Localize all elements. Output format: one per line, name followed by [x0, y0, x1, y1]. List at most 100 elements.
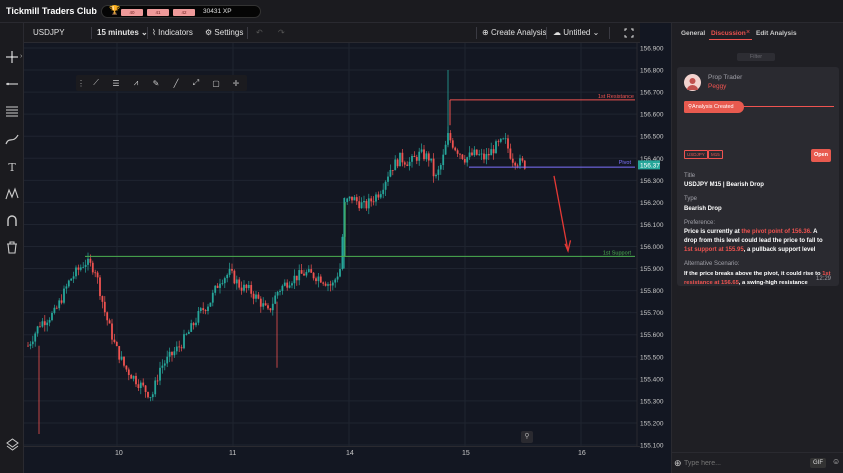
top-bar: Tickmill Traders Club 🏆 40 41 42 30431 X… [0, 0, 843, 23]
candle-body [154, 380, 157, 395]
ray-tool-icon[interactable]: ╱ [166, 79, 186, 88]
gif-button[interactable]: GIF [810, 458, 826, 468]
candle-body [252, 293, 255, 299]
add-icon[interactable]: ⊕ [674, 458, 682, 469]
candle-body [43, 321, 46, 326]
fib-tool-icon[interactable]: ☰ [106, 79, 126, 88]
close-tab-icon[interactable]: × [746, 29, 750, 36]
xp-progress-pill[interactable]: 🏆 40 41 42 30431 XP [101, 5, 261, 18]
candle-body [319, 276, 322, 283]
candle-body [99, 277, 101, 297]
toolbar-divider [609, 27, 610, 39]
channel-tool-icon[interactable]: ⩘ [126, 78, 146, 88]
toolbar-divider [147, 27, 148, 39]
price-chart[interactable]: 1st Resistance Pivot 1st Support 156.900 15… [24, 43, 664, 459]
candle-body [423, 149, 425, 160]
candle-body [389, 170, 392, 177]
current-price-label: 156.37 [640, 162, 660, 169]
candle-body [142, 382, 145, 386]
candle-body [310, 269, 313, 273]
layers-icon[interactable] [0, 433, 24, 455]
candle-body [75, 267, 77, 277]
candle-body [168, 351, 171, 357]
candle-body [101, 296, 104, 302]
price-tick: 156.300 [640, 178, 664, 185]
crosshair-tool-icon[interactable]: ✛ [226, 79, 246, 88]
candle-body [132, 375, 135, 379]
chart-canvas[interactable]: 1st Resistance Pivot 1st Support 156.900 15… [24, 43, 664, 473]
type-label: Type [684, 196, 698, 202]
candle-body [348, 196, 351, 199]
candle-body [480, 153, 483, 155]
pattern-icon[interactable] [0, 183, 24, 205]
pivot-label: Pivot [619, 160, 632, 166]
settings-button[interactable]: ⚙ Settings [205, 23, 243, 43]
timeframe-selector[interactable]: 15 minutes ⌄ [97, 23, 148, 43]
create-analysis-button[interactable]: ⊕ Create Analysis [482, 23, 547, 43]
brush-icon[interactable] [0, 128, 24, 150]
tab-discussion[interactable]: Discussion [711, 30, 746, 37]
candle-body [70, 278, 73, 281]
candle-body [235, 279, 238, 284]
filter-button[interactable]: Filter [737, 53, 775, 61]
alt-scenario-text: If the price breaks above the pivot, it … [684, 270, 832, 288]
tab-general[interactable]: General [681, 30, 705, 37]
candle-body [367, 198, 370, 209]
undo-icon[interactable]: ↶ [256, 23, 263, 43]
indicators-button[interactable]: ⌇ Indicators [152, 23, 193, 43]
time-tick: 16 [578, 450, 586, 457]
candle-body [127, 369, 130, 375]
candle-body [355, 197, 358, 202]
open-button[interactable]: Open [811, 149, 831, 162]
title-value: USDJPY M15 | Bearish Drop [684, 182, 764, 188]
price-tick: 155.300 [640, 398, 664, 405]
candle-body [406, 164, 409, 166]
price-tick: 155.500 [640, 354, 664, 361]
candle-body [387, 176, 389, 182]
candle-body [130, 374, 133, 379]
text-icon[interactable]: T [0, 156, 24, 178]
candle-body [456, 150, 459, 154]
extended-line-icon[interactable]: ⤢ [186, 78, 206, 88]
drag-handle-icon[interactable]: ⋮ [76, 79, 86, 88]
redo-icon[interactable]: ↷ [278, 23, 285, 43]
horizontal-line-icon[interactable] [0, 73, 24, 95]
candle-body [226, 274, 229, 279]
candle-body [336, 276, 339, 280]
reply-input[interactable] [684, 457, 804, 470]
candle-body [475, 149, 478, 155]
fib-retracement-icon[interactable] [0, 100, 24, 122]
time-tick: 15 [462, 450, 470, 457]
candle-body [358, 201, 361, 209]
timeframe-tag: M15 [708, 150, 723, 159]
chevron-right-icon[interactable]: › [20, 53, 22, 60]
lightbulb-icon[interactable]: ⚲ [521, 431, 533, 443]
magnet-icon[interactable] [0, 210, 24, 232]
candle-body [300, 270, 303, 274]
symbol-selector[interactable]: USDJPY [33, 23, 65, 43]
price-tick: 156.600 [640, 112, 664, 119]
trash-icon[interactable] [0, 236, 24, 258]
candle-body [264, 303, 267, 306]
candle-body [471, 152, 473, 156]
candle-body [163, 363, 166, 366]
candle-body [192, 323, 195, 326]
tab-edit-analysis[interactable]: Edit Analysis [756, 30, 797, 37]
layout-selector[interactable]: ☁ Untitled ⌄ [553, 23, 599, 43]
rectangle-tool-icon[interactable]: ▢ [206, 79, 226, 88]
candle-body [303, 273, 305, 276]
chart-toolbar: USDJPY 15 minutes ⌄ ⌇ Indicators ⚙ Setti… [24, 23, 640, 43]
candle-body [295, 275, 298, 281]
emoji-icon[interactable]: ☺ [832, 457, 840, 466]
brush-tool-icon[interactable]: ✎ [146, 79, 166, 88]
candle-body [435, 174, 437, 177]
gear-icon: ⚙ [205, 28, 215, 37]
fullscreen-icon[interactable] [624, 23, 634, 43]
price-tick: 156.800 [640, 68, 664, 75]
candle-body [315, 278, 317, 282]
candle-body [382, 189, 385, 195]
candle-body [504, 138, 507, 140]
trendline-tool-icon[interactable]: ⟋ [86, 78, 106, 88]
author-name[interactable]: Peggy [708, 83, 726, 90]
candle-body [87, 258, 89, 265]
